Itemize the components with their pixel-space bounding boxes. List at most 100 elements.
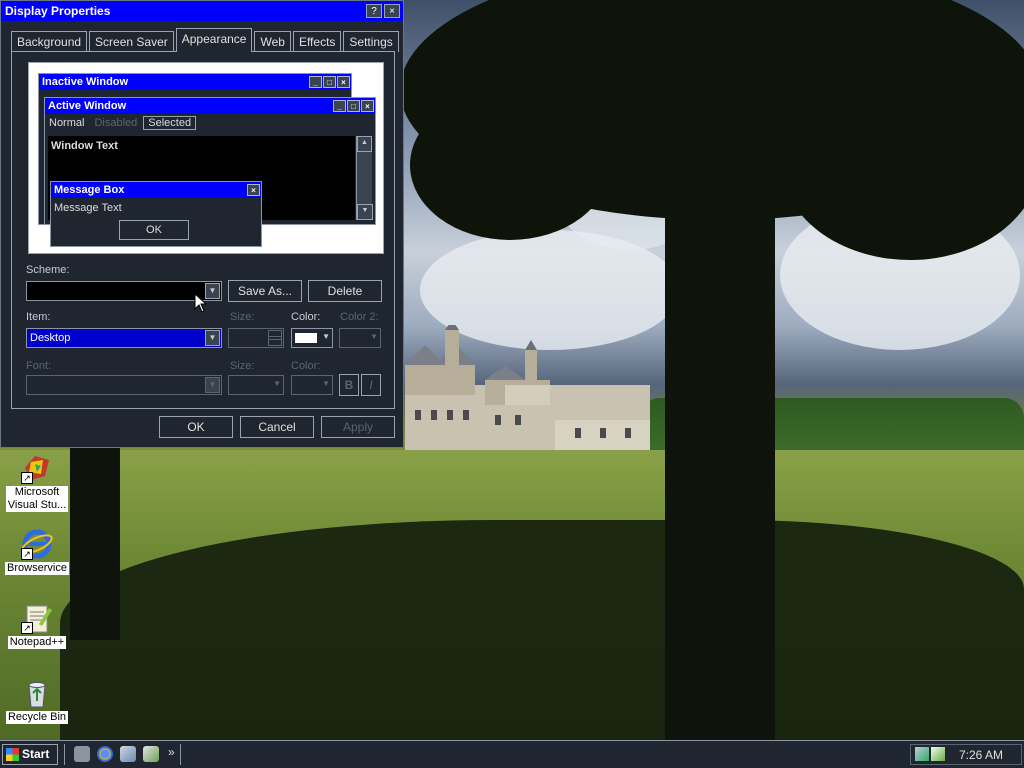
preview-message-box: Message Box × Message Text OK [50,181,262,247]
spin-down-icon [268,336,282,346]
preview-active-title: Active Window [48,100,127,112]
font-color-picker[interactable]: ▼ [291,375,333,395]
shortcut-arrow-icon: ↗ [21,622,33,634]
tab-strip: Background Screen Saver Appearance Web E… [11,28,401,52]
display-properties-dialog: Display Properties ? × Background Screen… [0,0,404,448]
item-value: Desktop [30,332,71,344]
font-size-label: Size: [230,360,255,372]
color2-label: Color 2: [340,311,379,323]
maximize-icon: □ [323,76,336,88]
desktop-icon-label: Recycle Bin [5,711,69,724]
font-size-dropdown[interactable]: ▼ [228,375,284,395]
desktop-icon-browservice[interactable]: ↗ Browservice [4,528,70,575]
preview-menu-bar: Normal Disabled Selected [45,114,375,132]
scheme-label: Scheme: [26,264,70,276]
recycle-bin-icon [21,677,53,709]
notepadpp-icon: ↗ [21,602,53,634]
start-label: Start [22,747,50,761]
channels-icon[interactable] [143,746,159,762]
color-picker[interactable]: ▼ [291,328,333,348]
close-icon: × [361,100,374,112]
chevron-down-icon[interactable]: ▼ [205,330,220,346]
internet-explorer-icon: ↗ [21,528,53,560]
tree-canopy [780,60,1024,260]
taskbar-divider [180,744,183,765]
tab-settings[interactable]: Settings [343,31,399,52]
scroll-up-icon: ▲ [357,136,372,152]
font-color-label: Color: [291,360,321,372]
tree-shadow [60,520,1024,740]
windows-logo-icon [6,748,19,761]
desktop-icon-notepadpp[interactable]: ↗ Notepad++ [4,602,70,649]
appearance-panel: Inactive Window _ □ × Active Window _ □ … [11,51,395,409]
chevron-down-icon: ▼ [322,332,330,341]
italic-button[interactable]: I [361,374,381,396]
font-dropdown[interactable]: ▼ [26,375,222,395]
help-button[interactable]: ? [366,4,382,18]
bold-button[interactable]: B [339,374,359,396]
mouse-cursor-icon [194,293,206,313]
size-spinner[interactable] [228,328,284,348]
desktop-icon-visual-studio[interactable]: ↗ Microsoft Visual Stu... [4,452,70,512]
scheme-preview[interactable]: Inactive Window _ □ × Active Window _ □ … [28,62,384,254]
ok-button[interactable]: OK [159,416,233,438]
color2-picker[interactable]: ▼ [339,328,381,348]
preview-msgbox-text: Message Text [54,202,122,214]
preview-active-titlebar: Active Window _ □ × [45,98,375,114]
preview-msgbox-titlebar: Message Box × [51,182,261,198]
desktop-icon-label: Browservice [5,562,69,575]
chevron-down-icon[interactable]: ▼ [205,283,220,299]
close-button[interactable]: × [384,4,400,18]
color-label: Color: [291,311,321,323]
desktop-icon-recycle-bin[interactable]: Recycle Bin [4,677,70,724]
show-desktop-icon[interactable] [74,746,90,762]
preview-menu-disabled: Disabled [94,117,138,129]
outlook-express-icon[interactable] [120,746,136,762]
item-label: Item: [26,311,51,323]
scheme-dropdown[interactable]: ▼ [26,281,222,301]
tree-trunk-left [70,440,120,640]
preview-scrollbar: ▲ ▼ [356,136,373,220]
font-label: Font: [26,360,52,372]
tab-appearance[interactable]: Appearance [175,28,253,52]
size-label: Size: [230,311,255,323]
save-as-button[interactable]: Save As... [228,280,302,302]
color-swatch [295,333,317,343]
preview-inactive-titlebar: Inactive Window _ □ × [39,74,351,90]
clock[interactable]: 7:26 AM [959,748,1003,762]
preview-inactive-title: Inactive Window [42,76,129,88]
preview-menu-selected: Selected [143,116,197,130]
minimize-icon: _ [333,100,346,112]
desktop-icon-label: Notepad++ [7,636,67,649]
scroll-down-icon: ▼ [357,204,373,220]
tab-background[interactable]: Background [11,31,88,52]
delete-button[interactable]: Delete [308,280,382,302]
preview-msgbox-ok-button: OK [119,220,189,240]
taskbar: Start » 7:26 AM [0,740,1024,768]
dialog-titlebar[interactable]: Display Properties ? × [1,1,403,21]
network-tray-icon[interactable] [915,747,929,761]
start-button[interactable]: Start [2,744,58,765]
tab-effects[interactable]: Effects [292,31,342,52]
apply-button[interactable]: Apply [321,416,395,438]
close-icon: × [247,184,260,196]
tree-trunk [665,150,775,740]
visual-studio-icon: ↗ [21,452,53,484]
desktop-icon-label: Microsoft Visual Stu... [5,486,69,512]
preview-msgbox-title: Message Box [54,184,125,196]
shortcut-arrow-icon: ↗ [21,548,33,560]
shortcut-arrow-icon: ↗ [21,472,33,484]
tray-app-icon[interactable] [931,747,945,761]
tab-screen-saver[interactable]: Screen Saver [89,31,174,52]
preview-window-text: Window Text [51,140,118,152]
cancel-button[interactable]: Cancel [240,416,314,438]
internet-explorer-icon[interactable] [97,746,113,762]
chevron-down-icon[interactable]: ▼ [205,377,220,393]
item-dropdown[interactable]: Desktop ▼ [26,328,222,348]
system-tray: 7:26 AM [910,744,1022,765]
tab-web[interactable]: Web [254,31,291,52]
minimize-icon: _ [309,76,322,88]
chevron-down-icon: ▼ [322,379,330,388]
quick-launch-chevron-icon[interactable]: » [168,745,175,759]
preview-menu-normal: Normal [49,117,85,129]
